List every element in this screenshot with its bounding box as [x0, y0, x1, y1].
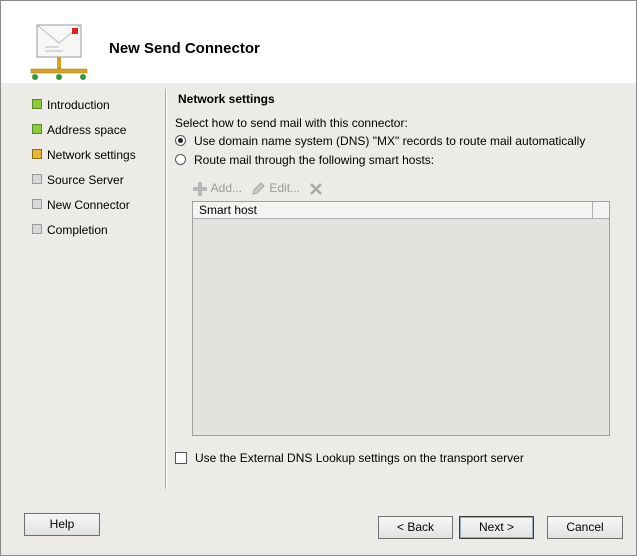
step-completed-icon — [32, 124, 42, 134]
column-separator — [592, 202, 593, 218]
external-dns-label: Use the External DNS Lookup settings on … — [195, 451, 524, 465]
delete-x-icon — [310, 182, 322, 195]
cancel-button[interactable]: Cancel — [547, 516, 623, 539]
back-button[interactable]: < Back — [378, 516, 453, 539]
smart-host-radio[interactable] — [175, 154, 186, 165]
add-button[interactable]: Add... — [192, 179, 242, 197]
instruction-text: Select how to send mail with this connec… — [175, 116, 408, 130]
step-current-icon — [32, 149, 42, 159]
grid-header: Smart host — [193, 202, 609, 219]
step-label: Completion — [47, 223, 108, 237]
help-button[interactable]: Help — [24, 513, 100, 536]
next-button[interactable]: Next > — [459, 516, 534, 539]
pencil-icon — [252, 182, 265, 195]
dns-mx-radio[interactable] — [175, 135, 186, 146]
add-label: Add... — [210, 181, 243, 195]
step-pending-icon — [32, 174, 42, 184]
wizard-header: New Send Connector — [1, 1, 636, 83]
smart-host-column-header[interactable]: Smart host — [199, 203, 257, 217]
plus-icon — [193, 181, 207, 196]
step-label: New Connector — [47, 198, 130, 212]
page-title: New Send Connector — [109, 40, 260, 57]
step-label: Source Server — [47, 173, 124, 187]
section-title: Network settings — [178, 92, 275, 106]
dns-mx-label: Use domain name system (DNS) "MX" record… — [194, 134, 586, 148]
wizard-window: New Send Connector Introduction Address … — [0, 0, 637, 556]
edit-button[interactable]: Edit... — [250, 179, 300, 197]
panel-divider — [165, 89, 166, 489]
step-pending-icon — [32, 224, 42, 234]
smart-host-label: Route mail through the following smart h… — [194, 153, 435, 167]
step-label: Introduction — [47, 98, 110, 112]
step-pending-icon — [32, 199, 42, 209]
remove-button[interactable] — [308, 179, 324, 197]
smart-host-list[interactable]: Smart host — [192, 201, 610, 436]
send-connector-icon — [30, 24, 88, 80]
edit-label: Edit... — [269, 181, 301, 195]
step-label: Network settings — [47, 148, 136, 162]
external-dns-checkbox[interactable] — [175, 452, 187, 464]
step-label: Address space — [47, 123, 127, 137]
step-completed-icon — [32, 99, 42, 109]
